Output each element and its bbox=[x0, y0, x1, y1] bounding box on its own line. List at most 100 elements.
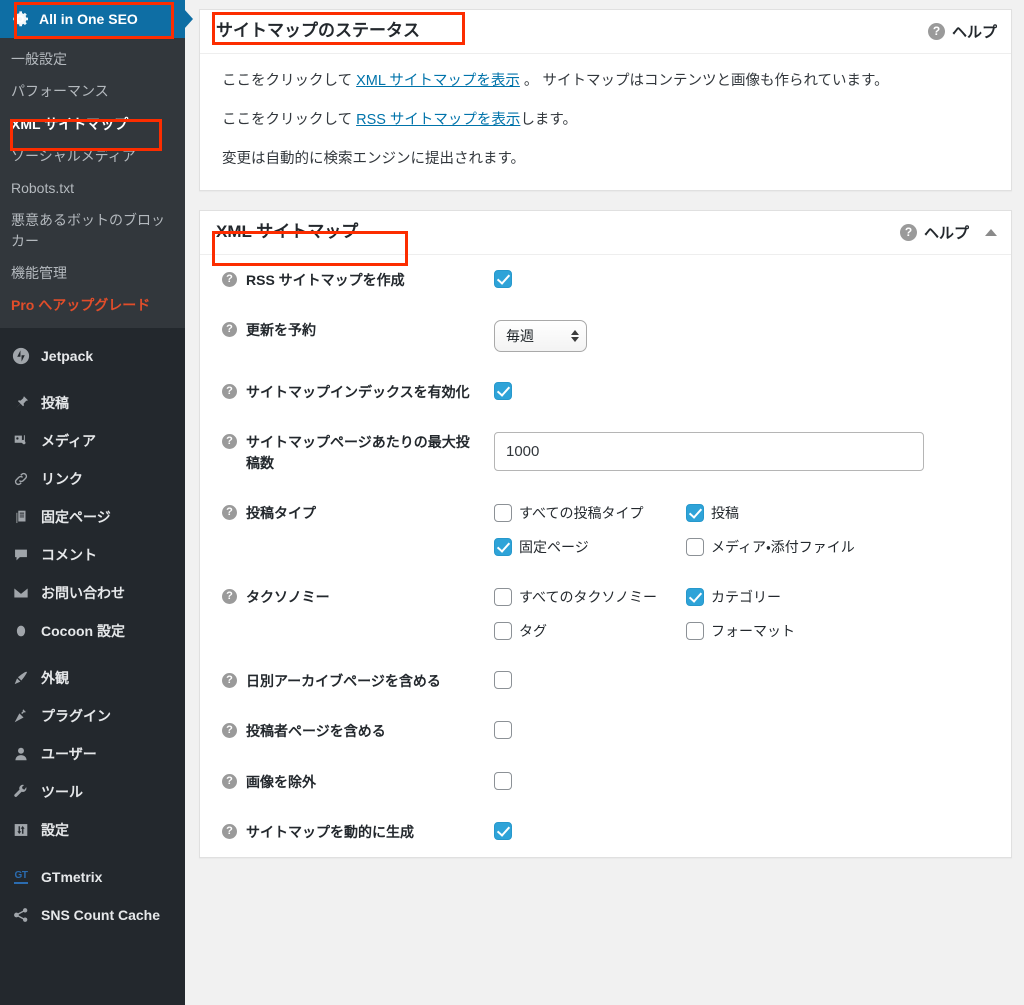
taxonomy-format-checkbox[interactable] bbox=[686, 621, 704, 640]
taxonomy-tag-checkbox[interactable] bbox=[494, 621, 512, 640]
row-daily-archive: ? 日別アーカイブページを含める bbox=[200, 656, 1011, 706]
sidebar-item-users[interactable]: ユーザー bbox=[0, 735, 185, 773]
taxonomy-option-format[interactable]: フォーマット bbox=[686, 621, 1001, 641]
sidebar-item-comments[interactable]: コメント bbox=[0, 536, 185, 574]
sidebar-item-label: お問い合わせ bbox=[41, 584, 125, 601]
sidebar-item-media[interactable]: メディア bbox=[0, 422, 185, 460]
sidebar-item-contact[interactable]: お問い合わせ bbox=[0, 574, 185, 612]
post-types-checkbox-grid: すべての投稿タイプ 投稿 固定ページ メディア・添付ファイル bbox=[494, 503, 1001, 557]
post-type-all-checkbox[interactable] bbox=[494, 503, 512, 522]
sidebar-item-appearance[interactable]: 外観 bbox=[0, 659, 185, 697]
row-sitemap-index: ? サイトマップインデックスを有効化 bbox=[200, 367, 1011, 417]
row-control-cell: すべての投稿タイプ 投稿 固定ページ メディア・添付ファイル bbox=[490, 488, 1011, 572]
field-label: 投稿者ページを含める bbox=[246, 723, 386, 740]
sidebar-item-tools[interactable]: ツール bbox=[0, 773, 185, 811]
submenu-item-feature-manager[interactable]: 機能管理 bbox=[0, 257, 185, 289]
field-label: RSS サイトマップを作成 bbox=[246, 271, 405, 288]
submenu-item-robots-txt[interactable]: Robots.txt bbox=[0, 172, 185, 204]
sidebar-item-label: SNS Count Cache bbox=[41, 906, 161, 923]
question-circle-icon[interactable]: ? bbox=[222, 504, 237, 520]
option-label: タグ bbox=[519, 622, 547, 639]
row-dynamic-generate: ? サイトマップを動的に生成 bbox=[200, 807, 1011, 857]
sidebar-item-gtmetrix[interactable]: GT GTmetrix bbox=[0, 858, 185, 896]
question-circle-icon[interactable]: ? bbox=[222, 271, 237, 287]
question-circle-icon[interactable]: ? bbox=[222, 322, 237, 338]
question-circle-icon[interactable]: ? bbox=[222, 723, 237, 739]
question-circle-icon[interactable]: ? bbox=[222, 823, 237, 839]
post-type-option-all[interactable]: すべての投稿タイプ bbox=[494, 503, 686, 523]
post-type-attachment-checkbox[interactable] bbox=[686, 537, 704, 556]
sidebar-item-label: GTmetrix bbox=[41, 868, 103, 885]
help-toggle-status[interactable]: ? ヘルプ bbox=[927, 21, 997, 42]
question-circle-icon[interactable]: ? bbox=[222, 773, 237, 789]
question-circle-icon[interactable]: ? bbox=[222, 672, 237, 688]
sidebar-plugin-title: All in One SEO bbox=[39, 11, 138, 27]
menu-separator bbox=[0, 327, 185, 337]
option-label: 固定ページ bbox=[519, 538, 589, 555]
taxonomy-category-checkbox[interactable] bbox=[686, 587, 704, 606]
submenu-item-general[interactable]: 一般設定 bbox=[0, 43, 185, 75]
question-circle-icon[interactable]: ? bbox=[222, 434, 237, 450]
taxonomy-option-all[interactable]: すべてのタクソノミー bbox=[494, 587, 686, 607]
post-type-page-checkbox[interactable] bbox=[494, 537, 512, 556]
sidebar-item-sns-count-cache[interactable]: SNS Count Cache bbox=[0, 896, 185, 934]
schedule-select[interactable]: 毎週 bbox=[494, 320, 587, 353]
question-circle-icon[interactable]: ? bbox=[222, 588, 237, 604]
author-pages-checkbox[interactable] bbox=[494, 721, 512, 740]
option-label: カテゴリー bbox=[711, 588, 781, 605]
menu-group-plugins-extra: GT GTmetrix SNS Count Cache bbox=[0, 857, 185, 934]
sidebar-item-all-in-one-seo[interactable]: All in One SEO bbox=[0, 0, 193, 38]
row-label-cell: ? 画像を除外 bbox=[200, 757, 490, 807]
daily-archive-checkbox[interactable] bbox=[494, 670, 512, 689]
sidebar-item-cocoon-settings[interactable]: Cocoon 設定 bbox=[0, 612, 185, 650]
help-label: ヘルプ bbox=[951, 24, 997, 41]
submenu-label: Pro へアップグレード bbox=[11, 297, 151, 314]
taxonomy-all-checkbox[interactable] bbox=[494, 587, 512, 606]
dynamic-generate-checkbox[interactable] bbox=[494, 821, 512, 840]
schedule-selected-value: 毎週 bbox=[506, 328, 534, 345]
sidebar-item-jetpack[interactable]: Jetpack bbox=[0, 337, 185, 375]
post-type-post-checkbox[interactable] bbox=[686, 503, 704, 522]
sidebar-item-links[interactable]: リンク bbox=[0, 460, 185, 498]
exclude-images-checkbox[interactable] bbox=[494, 771, 512, 790]
row-control-cell bbox=[490, 706, 1011, 756]
sitemap-index-checkbox[interactable] bbox=[494, 382, 512, 401]
view-xml-sitemap-link[interactable]: XML サイトマップを表示 bbox=[356, 73, 520, 89]
help-label: ヘルプ bbox=[923, 224, 969, 242]
media-icon bbox=[11, 431, 31, 451]
help-toggle-sitemap[interactable]: ? ヘルプ bbox=[899, 222, 969, 243]
option-label: フォーマット bbox=[711, 622, 795, 639]
view-rss-sitemap-link[interactable]: RSS サイトマップを表示 bbox=[356, 112, 520, 128]
row-control-cell bbox=[490, 367, 1011, 417]
row-label-cell: ? サイトマップページあたりの最大投稿数 bbox=[200, 417, 490, 488]
submenu-item-bad-bot-blocker[interactable]: 悪意あるボットのブロッカー bbox=[0, 204, 185, 257]
sidebar-item-plugins[interactable]: プラグイン bbox=[0, 697, 185, 735]
question-circle-icon[interactable]: ? bbox=[222, 384, 237, 400]
submenu-item-xml-sitemap[interactable]: XML サイトマップ bbox=[0, 108, 185, 140]
post-type-option-attachment[interactable]: メディア・添付ファイル bbox=[686, 537, 1001, 557]
plugin-icon bbox=[11, 706, 31, 726]
sidebar-item-posts[interactable]: 投稿 bbox=[0, 384, 185, 422]
rss-sitemap-checkbox[interactable] bbox=[494, 269, 512, 288]
stepper-arrows-icon bbox=[571, 330, 579, 343]
sidebar-item-label: プラグイン bbox=[41, 707, 111, 724]
taxonomy-option-category[interactable]: カテゴリー bbox=[686, 587, 1001, 607]
submenu-item-upgrade-to-pro[interactable]: Pro へアップグレード bbox=[0, 289, 185, 321]
taxonomy-option-tag[interactable]: タグ bbox=[494, 621, 686, 641]
post-type-option-post[interactable]: 投稿 bbox=[686, 503, 1001, 523]
sidebar-item-settings[interactable]: 設定 bbox=[0, 811, 185, 849]
submenu-label: Robots.txt bbox=[11, 180, 75, 197]
row-label-cell: ? RSS サイトマップを作成 bbox=[200, 255, 490, 305]
submenu-item-social-media[interactable]: ソーシャルメディア bbox=[0, 140, 185, 172]
post-type-option-page[interactable]: 固定ページ bbox=[494, 537, 686, 557]
chevron-up-icon[interactable] bbox=[985, 228, 997, 236]
main-content: サイトマップのステータス ? ヘルプ ここをクリックして XML サイトマップを… bbox=[185, 0, 1024, 1005]
sidebar-item-label: メディア bbox=[41, 432, 97, 449]
status-text-before: ここをクリックして bbox=[222, 73, 357, 89]
max-posts-input[interactable] bbox=[494, 432, 924, 472]
row-control-cell bbox=[490, 656, 1011, 706]
sidebar-item-pages[interactable]: 固定ページ bbox=[0, 498, 185, 536]
panel-header: サイトマップのステータス ? ヘルプ bbox=[200, 10, 1011, 54]
submenu-label: 悪意あるボットのブロッカー bbox=[11, 212, 165, 249]
submenu-item-performance[interactable]: パフォーマンス bbox=[0, 75, 185, 107]
